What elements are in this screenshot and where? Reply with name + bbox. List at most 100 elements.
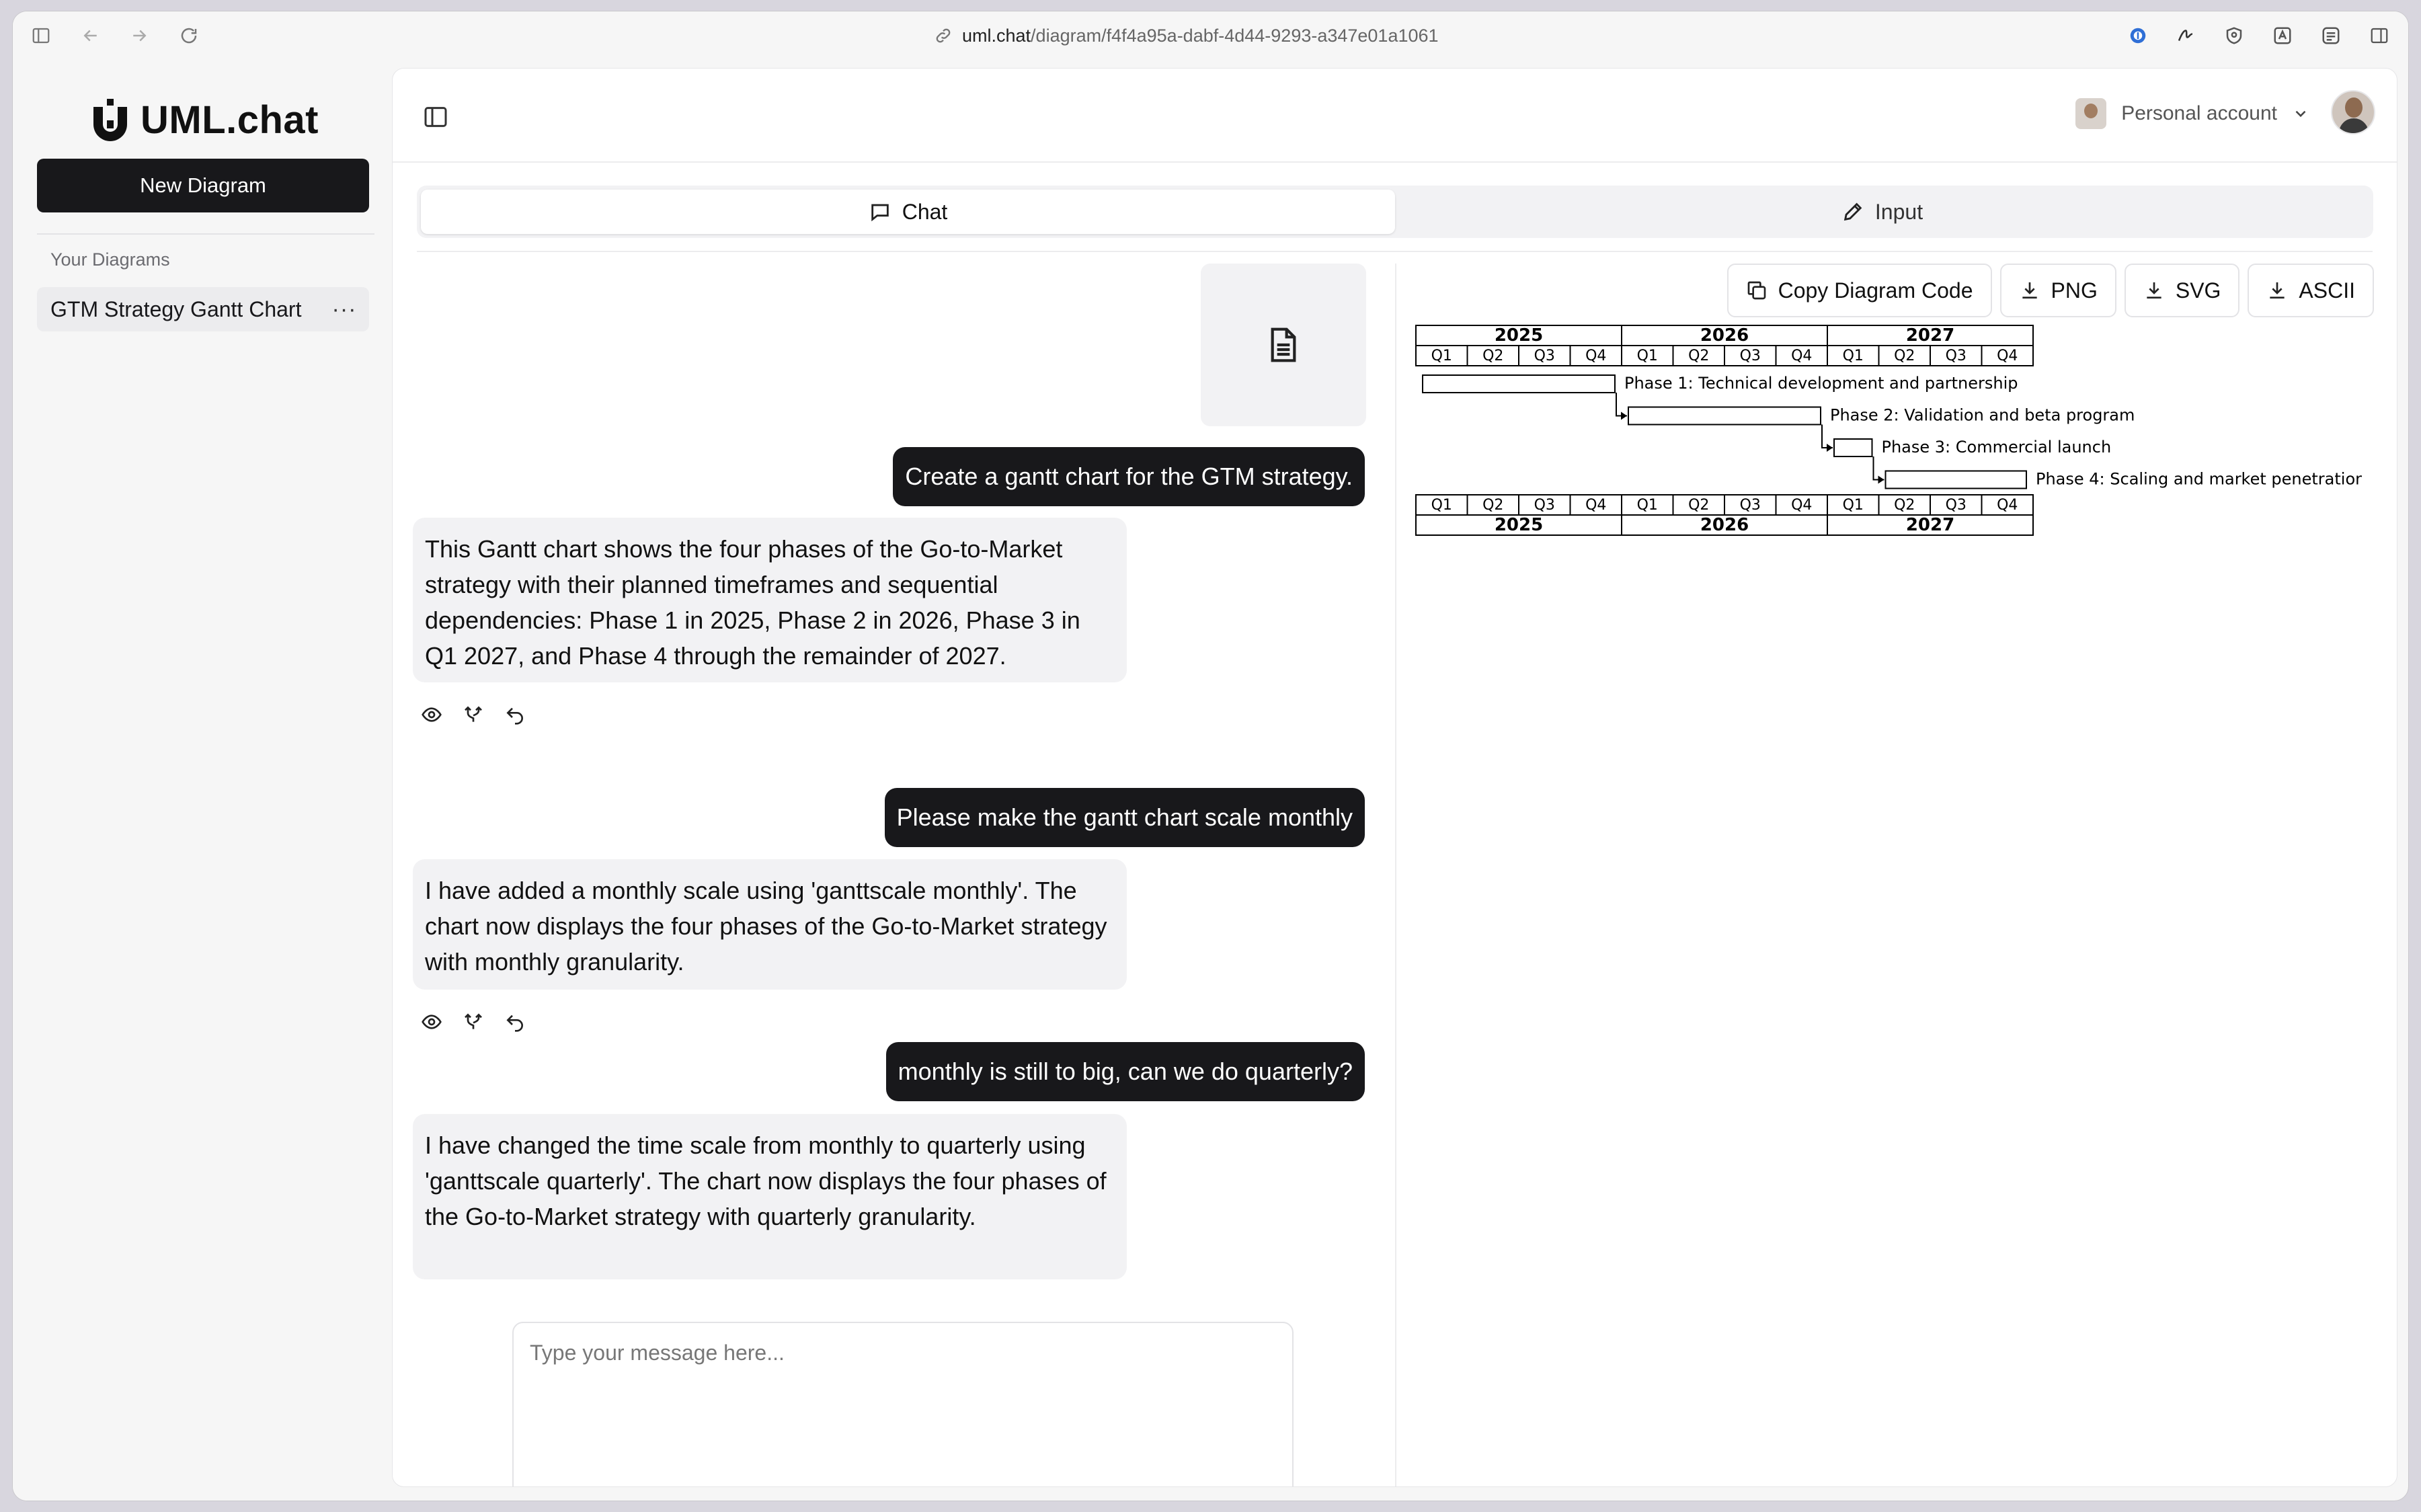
gantt-quarter-label: Q2	[1894, 348, 1915, 364]
gantt-task-label: Phase 4: Scaling and market penetration	[2036, 470, 2362, 489]
main-panel: Personal account Chat Input Create a gan…	[392, 68, 2397, 1487]
user-avatar[interactable]	[2331, 90, 2375, 134]
gantt-quarter-label: Q1	[1637, 497, 1658, 514]
account-label: Personal account	[2121, 102, 2277, 124]
gantt-quarter-label: Q1	[1843, 348, 1864, 364]
tab-input-label: Input	[1874, 199, 1923, 224]
reader-extension-icon[interactable]	[2319, 24, 2343, 48]
branch-icon[interactable]	[461, 1010, 485, 1034]
chevron-down-icon	[2295, 110, 2306, 118]
view-icon[interactable]	[420, 1010, 444, 1034]
sidebar-item-label: GTM Strategy Gantt Chart	[50, 296, 302, 321]
message-actions	[420, 1010, 527, 1034]
gantt-quarter-label: Q3	[1740, 348, 1761, 364]
message-composer	[512, 1322, 1294, 1486]
diagram-panel: Copy Diagram Code PNG SVG ASCII 2025 2026…	[1397, 264, 2397, 1486]
ascii-label: ASCII	[2299, 278, 2355, 303]
password-manager-icon[interactable]	[2126, 24, 2150, 48]
gantt-quarter-label: Q2	[1894, 497, 1915, 514]
svg-download-button[interactable]: SVG	[2124, 264, 2240, 317]
gantt-quarter-label: Q2	[1688, 497, 1709, 514]
gantt-quarter-label: Q4	[1997, 497, 2018, 514]
gantt-task-bar	[1833, 438, 1873, 457]
gantt-quarter-label: Q3	[1946, 497, 1967, 514]
gantt-chart-svg: 2025 2026 2027 Q1 Q2 Q3 Q4 Q1 Q2 Q3 Q4 Q1 Q2 Q3 Q4 Phas…	[1415, 325, 2365, 536]
mode-tabs: Chat Input	[417, 186, 2373, 238]
png-download-button[interactable]: PNG	[1999, 264, 2116, 317]
tab-input[interactable]: Input	[1395, 190, 2369, 234]
your-diagrams-label: Your Diagrams	[50, 249, 170, 270]
gantt-quarter-label: Q3	[1946, 348, 1967, 364]
url-path: /diagram/f4f4a95a-dabf-4d44-9293-a347e01…	[1031, 25, 1439, 46]
sidebar-item-gtm-strategy[interactable]: GTM Strategy Gantt Chart ···	[37, 287, 369, 331]
gantt-task-bar	[1884, 470, 2027, 489]
gantt-dependency-arrow	[1878, 475, 1884, 484]
view-icon[interactable]	[420, 703, 444, 727]
svg-label: SVG	[2175, 278, 2221, 303]
gantt-year-label: 2026	[1700, 515, 1749, 535]
uml-chat-logo-icon	[93, 98, 127, 141]
new-diagram-button[interactable]: New Diagram	[37, 159, 369, 212]
gantt-diagram: 2025 2026 2027 Q1 Q2 Q3 Q4 Q1 Q2 Q3 Q4 Q1 Q2 Q3 Q4 Phas…	[1414, 324, 2365, 553]
split-view-icon[interactable]	[2367, 24, 2391, 48]
account-badge	[2075, 98, 2107, 129]
shield-extension-icon[interactable]	[2222, 24, 2246, 48]
gantt-task-bar	[1422, 374, 1616, 393]
brand-name: UML.chat	[141, 98, 319, 142]
chat-bubble-icon	[871, 204, 889, 222]
url-host: uml.chat	[962, 25, 1031, 46]
more-options-icon[interactable]: ···	[329, 294, 360, 325]
gantt-task-label: Phase 3: Commercial launch	[1882, 438, 2112, 456]
account-switcher[interactable]: Personal account	[2075, 98, 2309, 129]
ascii-download-button[interactable]: ASCII	[2248, 264, 2374, 317]
gantt-quarter-label: Q1	[1637, 348, 1658, 364]
sidebar-divider	[37, 233, 374, 235]
user-message: Create a gantt chart for the GTM strateg…	[893, 447, 1365, 506]
sidebar-toggle-icon[interactable]	[29, 24, 53, 48]
message-input[interactable]	[530, 1341, 1269, 1475]
browser-window: uml.chat/diagram/f4f4a95a-dabf-4d44-9293…	[12, 11, 2409, 1501]
download-icon	[2147, 282, 2161, 299]
gantt-quarter-label: Q1	[1431, 497, 1452, 514]
gantt-quarter-label: Q4	[1585, 497, 1606, 514]
copy-diagram-code-button[interactable]: Copy Diagram Code	[1727, 264, 1992, 317]
app-sidebar: UML.chat New Diagram Your Diagrams GTM S…	[13, 58, 387, 1501]
brand[interactable]: UML.chat	[91, 97, 319, 143]
tabs-divider	[417, 251, 2373, 252]
column-divider	[1395, 264, 1396, 1486]
back-icon[interactable]	[79, 24, 103, 48]
gantt-quarter-label: Q2	[1482, 497, 1503, 514]
user-message: Please make the gantt chart scale monthl…	[884, 788, 1365, 847]
gantt-year-label: 2027	[1906, 515, 1954, 535]
gantt-quarter-label: Q1	[1843, 497, 1864, 514]
gantt-quarter-label: Q2	[1482, 348, 1503, 364]
undo-icon[interactable]	[503, 703, 527, 727]
copy-icon	[1747, 281, 1765, 300]
gantt-quarter-label: Q4	[1585, 348, 1606, 364]
chat-column: Create a gantt chart for the GTM strateg…	[413, 264, 1366, 1486]
attached-file-card[interactable]	[1201, 264, 1366, 426]
gantt-quarter-label: Q1	[1431, 348, 1452, 364]
gantt-quarter-label: Q3	[1534, 497, 1555, 514]
download-icon	[2022, 282, 2037, 299]
address-bar[interactable]: uml.chat/diagram/f4f4a95a-dabf-4d44-9293…	[934, 22, 1439, 49]
browser-toolbar: uml.chat/diagram/f4f4a95a-dabf-4d44-9293…	[13, 11, 2408, 58]
user-message: monthly is still to big, can we do quart…	[885, 1042, 1365, 1101]
gantt-year-label: 2026	[1700, 325, 1749, 346]
translate-extension-icon[interactable]	[2270, 24, 2295, 48]
reload-icon[interactable]	[177, 24, 201, 48]
tab-chat[interactable]: Chat	[421, 190, 1395, 234]
gantt-year-label: 2027	[1906, 325, 1954, 346]
forward-icon[interactable]	[127, 24, 151, 48]
panel-toggle-icon[interactable]	[422, 104, 449, 130]
branch-icon[interactable]	[461, 703, 485, 727]
gantt-quarter-label: Q4	[1997, 348, 2018, 364]
gantt-task-label: Phase 2: Validation and beta program	[1830, 406, 2135, 425]
document-icon	[1271, 327, 1296, 362]
gantt-quarter-label: Q4	[1791, 348, 1812, 364]
undo-icon[interactable]	[503, 1010, 527, 1034]
gantt-task-bar	[1628, 406, 1821, 426]
download-icon	[2270, 282, 2285, 299]
gantt-quarter-label: Q2	[1688, 348, 1709, 364]
signature-extension-icon[interactable]	[2174, 24, 2198, 48]
